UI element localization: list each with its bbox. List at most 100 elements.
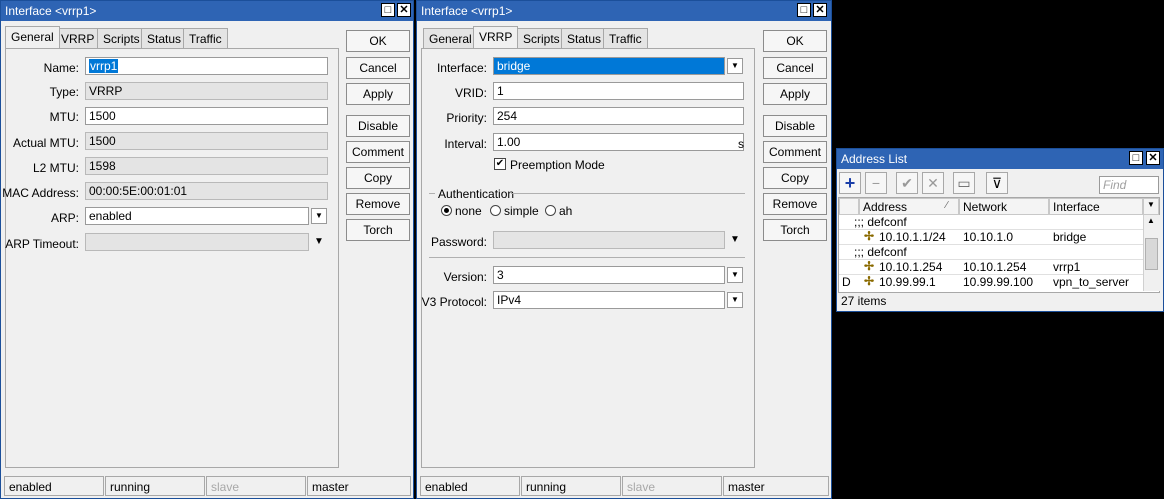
ok-button[interactable]: OK (763, 30, 827, 52)
v3-protocol-dropdown-icon[interactable]: ▼ (727, 292, 743, 308)
tab-scripts[interactable]: Scripts (517, 28, 566, 48)
column-header-interface[interactable]: Interface (1049, 198, 1143, 215)
preemption-checkbox[interactable]: ✔ (494, 158, 506, 170)
v3-protocol-field[interactable]: IPv4 (493, 291, 725, 309)
tab-vrrp[interactable]: VRRP (55, 28, 101, 48)
apply-button[interactable]: Apply (763, 83, 827, 105)
status-running: running (521, 476, 621, 496)
mtu-field[interactable]: 1500 (85, 107, 328, 125)
actual-mtu-field: 1500 (85, 132, 328, 150)
status-slave: slave (206, 476, 306, 496)
mtu-label: MTU: (49, 110, 79, 124)
maximize-icon[interactable]: □ (381, 3, 395, 17)
ok-button[interactable]: OK (346, 30, 410, 52)
apply-button[interactable]: Apply (346, 83, 410, 105)
arp-timeout-field[interactable] (85, 233, 309, 251)
copy-button[interactable]: Copy (346, 167, 410, 189)
address-cell: 10.10.1.254 (879, 260, 943, 274)
interface-cell: vrrp1 (1053, 260, 1081, 274)
password-field[interactable] (493, 231, 725, 249)
priority-field[interactable]: 254 (493, 107, 744, 125)
copy-button[interactable]: Copy (763, 167, 827, 189)
enable-icon[interactable]: ✔ (896, 172, 918, 194)
network-cell: 10.99.99.100 (963, 275, 1034, 289)
torch-button[interactable]: Torch (346, 219, 410, 241)
filter-icon[interactable]: ⊽ (986, 172, 1008, 194)
section-divider (429, 257, 745, 258)
close-icon[interactable]: ✕ (397, 3, 411, 17)
tab-status[interactable]: Status (561, 28, 608, 48)
arp-field[interactable]: enabled (85, 207, 309, 225)
password-dropdown-icon[interactable]: ▼ (730, 234, 740, 245)
interface-dropdown-icon[interactable]: ▼ (727, 58, 743, 74)
auth-none-radio[interactable] (441, 205, 452, 216)
name-label: Name: (43, 61, 79, 75)
address-icon: ✢ (864, 229, 875, 243)
arp-timeout-dropdown-icon[interactable]: ▼ (314, 236, 324, 247)
window-title: Interface <vrrp1> (421, 4, 513, 18)
comment-button[interactable]: Comment (763, 141, 827, 163)
tab-status[interactable]: Status (141, 28, 188, 48)
interface-label: Interface: (436, 61, 487, 75)
auth-none-label: none (455, 204, 482, 218)
interval-field[interactable]: 1.00 (493, 133, 744, 151)
tab-traffic[interactable]: Traffic (183, 28, 228, 48)
vrid-field[interactable]: 1 (493, 82, 744, 100)
auth-ah-radio[interactable] (545, 205, 556, 216)
tab-vrrp[interactable]: VRRP (473, 26, 519, 48)
name-field[interactable]: vrrp1 (85, 57, 328, 75)
add-icon[interactable]: + (839, 172, 861, 194)
tab-scripts[interactable]: Scripts (97, 28, 146, 48)
column-header-flag[interactable] (839, 198, 859, 215)
comment-button[interactable]: Comment (346, 141, 410, 163)
disable-button[interactable]: Disable (763, 115, 827, 137)
comment-text: ;;; defconf (854, 245, 907, 259)
auth-simple-radio[interactable] (490, 205, 501, 216)
vrid-label: VRID: (454, 86, 487, 100)
arp-timeout-label: ARP Timeout: (5, 237, 79, 251)
status-master: master (307, 476, 411, 496)
maximize-icon[interactable]: □ (797, 3, 811, 17)
column-menu-icon[interactable]: ▼ (1143, 198, 1159, 215)
cancel-button[interactable]: Cancel (346, 57, 410, 79)
arp-label: ARP: (50, 211, 79, 225)
column-header-network[interactable]: Network (959, 198, 1049, 215)
cancel-button[interactable]: Cancel (763, 57, 827, 79)
flag-cell: D (842, 275, 851, 289)
close-icon[interactable]: ✕ (1146, 151, 1160, 165)
authentication-divider (429, 193, 435, 194)
scroll-thumb[interactable] (1145, 238, 1158, 270)
priority-label: Priority: (446, 111, 487, 125)
remove-button[interactable]: Remove (763, 193, 827, 215)
torch-button[interactable]: Torch (763, 219, 827, 241)
disable-icon[interactable]: ✕ (922, 172, 944, 194)
disable-button[interactable]: Disable (346, 115, 410, 137)
tab-general[interactable]: General (423, 28, 478, 48)
interface-window-vrrp: Interface <vrrp1> □ ✕ General VRRP Scrip… (416, 0, 832, 499)
scroll-up-icon[interactable]: ▲ (1147, 216, 1155, 225)
window-titlebar[interactable]: Interface <vrrp1> □ ✕ (1, 1, 413, 21)
mac-address-field: 00:00:5E:00:01:01 (85, 182, 328, 200)
column-header-address[interactable]: Address (859, 198, 959, 215)
password-label: Password: (430, 235, 487, 249)
maximize-icon[interactable]: □ (1129, 151, 1143, 165)
tab-general[interactable]: General (5, 26, 60, 48)
l2-mtu-field: 1598 (85, 157, 328, 175)
remove-button[interactable]: Remove (346, 193, 410, 215)
version-dropdown-icon[interactable]: ▼ (727, 267, 743, 283)
comment-icon[interactable]: ▭ (953, 172, 975, 194)
v3-protocol-label: V3 Protocol: (421, 295, 487, 309)
close-icon[interactable]: ✕ (813, 3, 827, 17)
tab-traffic[interactable]: Traffic (603, 28, 648, 48)
find-input[interactable]: Find (1099, 176, 1159, 194)
arp-dropdown-icon[interactable]: ▼ (311, 208, 327, 224)
window-titlebar[interactable]: Interface <vrrp1> □ ✕ (417, 1, 831, 21)
authentication-header: Authentication (438, 187, 515, 201)
interface-field[interactable]: bridge (493, 57, 725, 75)
status-master: master (723, 476, 829, 496)
type-label: Type: (49, 85, 79, 99)
auth-simple-label: simple (504, 204, 539, 218)
remove-icon[interactable]: − (865, 172, 887, 194)
window-titlebar[interactable]: Address List □ ✕ (837, 149, 1163, 169)
version-field[interactable]: 3 (493, 266, 725, 284)
